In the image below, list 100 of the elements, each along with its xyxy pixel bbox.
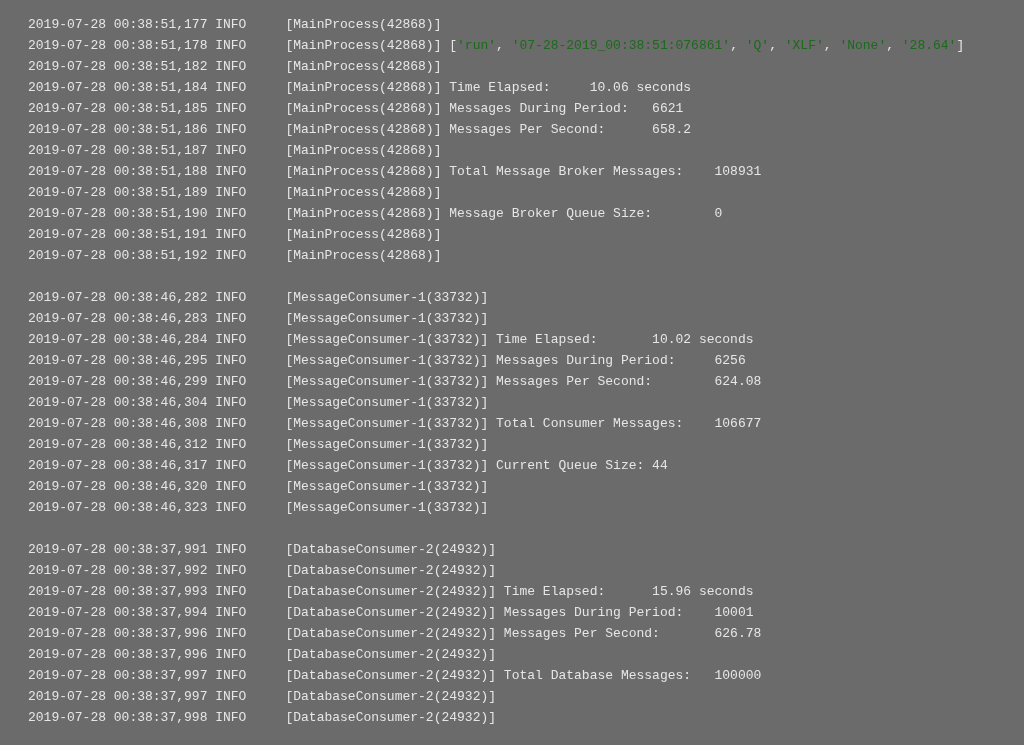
- log-level: INFO: [215, 458, 247, 473]
- log-timestamp: 2019-07-28 00:38:51,177: [28, 17, 208, 32]
- log-source: [MainProcess(42868)]: [285, 164, 442, 179]
- log-message: Time Elapsed: 10.06 seconds: [449, 80, 692, 95]
- log-source: [MessageConsumer-1(33732)]: [285, 395, 489, 410]
- log-message: Time Elapsed: 15.96 seconds: [503, 584, 754, 599]
- log-level: INFO: [215, 290, 247, 305]
- log-source: [DatabaseConsumer-2(24932)]: [285, 584, 497, 599]
- log-source: [MainProcess(42868)]: [285, 227, 442, 242]
- log-message: Messages Per Second: 626.78: [503, 626, 762, 641]
- log-level: INFO: [215, 437, 247, 452]
- log-level: INFO: [215, 500, 247, 515]
- log-timestamp: 2019-07-28 00:38:46,283: [28, 311, 208, 326]
- log-source: [MessageConsumer-1(33732)]: [285, 353, 489, 368]
- log-message: Messages Per Second: 658.2: [449, 122, 692, 137]
- log-source: [MessageConsumer-1(33732)]: [285, 332, 489, 347]
- log-level: INFO: [215, 626, 247, 641]
- log-level: INFO: [215, 395, 247, 410]
- log-message: Messages During Period: 6256: [496, 353, 746, 368]
- log-timestamp: 2019-07-28 00:38:46,320: [28, 479, 208, 494]
- log-source: [MainProcess(42868)]: [285, 80, 442, 95]
- log-level: INFO: [215, 311, 247, 326]
- log-message: Messages Per Second: 624.08: [496, 374, 762, 389]
- log-message: Message Broker Queue Size: 0: [449, 206, 723, 221]
- log-source: [DatabaseConsumer-2(24932)]: [285, 542, 497, 557]
- log-timestamp: 2019-07-28 00:38:51,184: [28, 80, 208, 95]
- log-level: INFO: [215, 542, 247, 557]
- log-timestamp: 2019-07-28 00:38:51,190: [28, 206, 208, 221]
- log-level: INFO: [215, 416, 247, 431]
- log-message: Messages During Period: 10001: [503, 605, 754, 620]
- log-level: INFO: [215, 563, 247, 578]
- log-source: [MessageConsumer-1(33732)]: [285, 374, 489, 389]
- log-timestamp: 2019-07-28 00:38:46,317: [28, 458, 208, 473]
- log-source: [MainProcess(42868)]: [285, 185, 442, 200]
- log-timestamp: 2019-07-28 00:38:51,188: [28, 164, 208, 179]
- log-message: Total Consumer Messages: 106677: [496, 416, 762, 431]
- log-source: [MainProcess(42868)]: [285, 248, 442, 263]
- log-source: [MessageConsumer-1(33732)]: [285, 500, 489, 515]
- log-level: INFO: [215, 206, 247, 221]
- log-message: Current Queue Size: 44: [496, 458, 668, 473]
- log-timestamp: 2019-07-28 00:38:46,323: [28, 500, 208, 515]
- log-timestamp: 2019-07-28 00:38:37,997: [28, 668, 208, 683]
- log-timestamp: 2019-07-28 00:38:46,282: [28, 290, 208, 305]
- log-message: Messages During Period: 6621: [449, 101, 684, 116]
- log-timestamp: 2019-07-28 00:38:46,312: [28, 437, 208, 452]
- log-level: INFO: [215, 38, 247, 53]
- log-source: [MainProcess(42868)]: [285, 17, 442, 32]
- log-timestamp: 2019-07-28 00:38:37,996: [28, 647, 208, 662]
- log-source: [DatabaseConsumer-2(24932)]: [285, 689, 497, 704]
- log-source: [DatabaseConsumer-2(24932)]: [285, 668, 497, 683]
- log-source: [DatabaseConsumer-2(24932)]: [285, 710, 497, 725]
- log-level: INFO: [215, 227, 247, 242]
- log-level: INFO: [215, 185, 247, 200]
- log-level: INFO: [215, 332, 247, 347]
- log-level: INFO: [215, 605, 247, 620]
- log-level: INFO: [215, 584, 247, 599]
- log-level: INFO: [215, 80, 247, 95]
- log-level: INFO: [215, 164, 247, 179]
- log-source: [MessageConsumer-1(33732)]: [285, 416, 489, 431]
- log-source: [MessageConsumer-1(33732)]: [285, 458, 489, 473]
- log-level: INFO: [215, 17, 247, 32]
- log-timestamp: 2019-07-28 00:38:51,185: [28, 101, 208, 116]
- log-timestamp: 2019-07-28 00:38:51,178: [28, 38, 208, 53]
- log-timestamp: 2019-07-28 00:38:37,996: [28, 626, 208, 641]
- log-timestamp: 2019-07-28 00:38:51,189: [28, 185, 208, 200]
- log-timestamp: 2019-07-28 00:38:37,993: [28, 584, 208, 599]
- log-source: [MessageConsumer-1(33732)]: [285, 437, 489, 452]
- log-level: INFO: [215, 143, 247, 158]
- log-source: [MainProcess(42868)]: [285, 122, 442, 137]
- log-level: INFO: [215, 374, 247, 389]
- log-level: INFO: [215, 59, 247, 74]
- log-timestamp: 2019-07-28 00:38:37,997: [28, 689, 208, 704]
- log-timestamp: 2019-07-28 00:38:51,191: [28, 227, 208, 242]
- log-timestamp: 2019-07-28 00:38:37,998: [28, 710, 208, 725]
- log-timestamp: 2019-07-28 00:38:46,284: [28, 332, 208, 347]
- log-timestamp: 2019-07-28 00:38:46,295: [28, 353, 208, 368]
- log-timestamp: 2019-07-28 00:38:46,308: [28, 416, 208, 431]
- log-source: [MessageConsumer-1(33732)]: [285, 290, 489, 305]
- log-timestamp: 2019-07-28 00:38:51,187: [28, 143, 208, 158]
- log-level: INFO: [215, 689, 247, 704]
- log-timestamp: 2019-07-28 00:38:51,182: [28, 59, 208, 74]
- log-level: INFO: [215, 248, 247, 263]
- log-message: Total Message Broker Messages: 108931: [449, 164, 762, 179]
- log-source: [MainProcess(42868)]: [285, 206, 442, 221]
- log-level: INFO: [215, 647, 247, 662]
- log-level: INFO: [215, 353, 247, 368]
- log-level: INFO: [215, 122, 247, 137]
- log-source: [DatabaseConsumer-2(24932)]: [285, 626, 497, 641]
- log-timestamp: 2019-07-28 00:38:37,994: [28, 605, 208, 620]
- log-message: Total Database Messages: 100000: [503, 668, 762, 683]
- log-message: Time Elapsed: 10.02 seconds: [496, 332, 754, 347]
- log-timestamp: 2019-07-28 00:38:51,192: [28, 248, 208, 263]
- log-timestamp: 2019-07-28 00:38:51,186: [28, 122, 208, 137]
- log-level: INFO: [215, 479, 247, 494]
- log-level: INFO: [215, 101, 247, 116]
- log-source: [DatabaseConsumer-2(24932)]: [285, 563, 497, 578]
- log-source: [MainProcess(42868)]: [285, 59, 442, 74]
- log-timestamp: 2019-07-28 00:38:37,991: [28, 542, 208, 557]
- log-level: INFO: [215, 710, 247, 725]
- log-message: ['run', '07-28-2019_00:38:51:076861', 'Q', 'XLF', 'None', '28.64']: [449, 38, 965, 53]
